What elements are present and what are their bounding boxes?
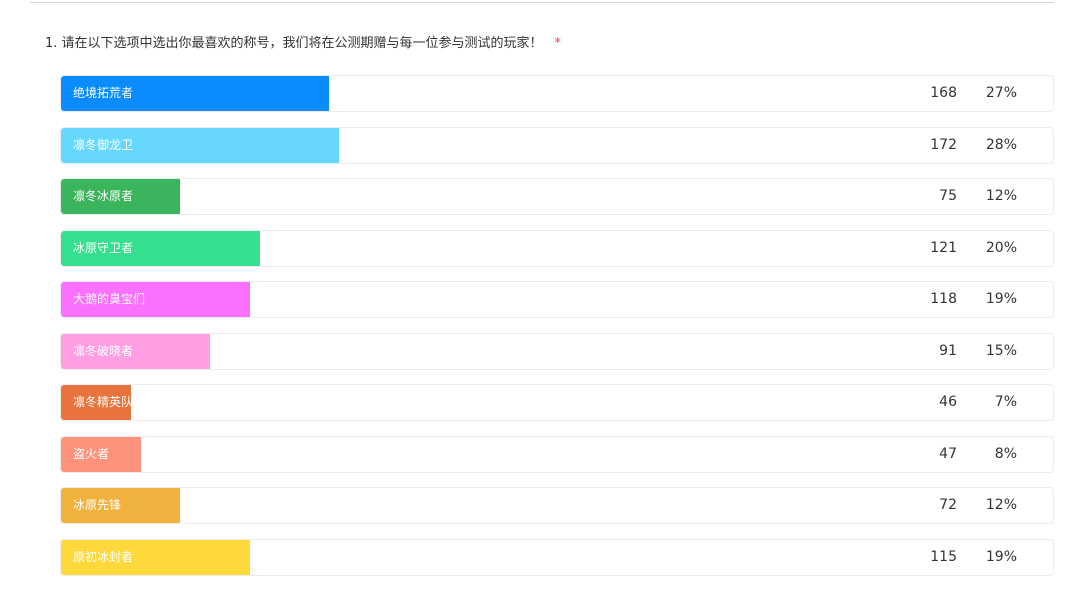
option-label: 原初冰封者 xyxy=(73,549,134,564)
result-row: 原初冰封者 115 19% xyxy=(60,538,1054,576)
vote-count: 115 xyxy=(930,548,957,565)
results-chart: 绝境拓荒者 168 27% 凛冬御龙卫 172 28% 凛冬冰原者 75 12% 冰原守卫者 121… xyxy=(60,75,1054,590)
option-label: 凛冬精英队 xyxy=(73,395,134,409)
option-label: 盗火者 xyxy=(73,446,110,461)
result-row: 凛冬精英队 46 7% xyxy=(60,384,1054,421)
vote-count: 168 xyxy=(930,85,957,101)
vote-percent: 15% xyxy=(985,342,1017,359)
vote-count: 75 xyxy=(939,188,957,204)
vote-count: 46 xyxy=(939,394,957,410)
option-label: 凛冬御龙卫 xyxy=(73,137,134,152)
vote-percent: 27% xyxy=(985,85,1017,101)
result-row: 冰原先锋 72 12% xyxy=(60,487,1054,524)
result-row: 绝境拓荒者 168 27% xyxy=(60,75,1054,112)
required-marker: * xyxy=(554,36,562,51)
vote-count: 72 xyxy=(939,497,957,513)
vote-count: 118 xyxy=(930,291,957,307)
vote-count: 47 xyxy=(939,445,957,462)
vote-percent: 28% xyxy=(985,136,1017,153)
result-row: 凛冬冰原者 75 12% xyxy=(60,178,1054,215)
vote-percent: 19% xyxy=(985,548,1017,565)
vote-percent: 7% xyxy=(994,394,1017,410)
result-row: 冰原守卫者 121 20% xyxy=(60,229,1054,267)
vote-count: 172 xyxy=(930,136,957,153)
result-row: 大鹅的臭宝们 118 19% xyxy=(60,281,1054,318)
question-title: 1. 请在以下选项中选出你最喜欢的称号，我们将在公测期赠与每一位参与测试的玩家！… xyxy=(45,35,561,53)
option-label: 冰原守卫者 xyxy=(73,240,134,255)
result-row: 盗火者 47 8% xyxy=(60,435,1054,473)
vote-count: 91 xyxy=(939,342,957,359)
result-row: 凛冬破晓者 91 15% xyxy=(60,332,1054,370)
option-label: 绝境拓荒者 xyxy=(73,86,134,100)
option-label: 冰原先锋 xyxy=(73,498,122,512)
option-label: 凛冬破晓者 xyxy=(73,343,134,358)
option-label: 凛冬冰原者 xyxy=(73,189,134,203)
vote-percent: 8% xyxy=(994,445,1017,462)
top-divider xyxy=(30,2,1054,3)
result-row: 凛冬御龙卫 172 28% xyxy=(60,126,1054,164)
question-text: 1. 请在以下选项中选出你最喜欢的称号，我们将在公测期赠与每一位参与测试的玩家！ xyxy=(45,36,543,51)
vote-count: 121 xyxy=(930,239,957,256)
vote-percent: 12% xyxy=(985,497,1017,513)
vote-percent: 12% xyxy=(985,188,1017,204)
option-label: 大鹅的臭宝们 xyxy=(73,292,146,306)
vote-percent: 19% xyxy=(985,291,1017,307)
vote-percent: 20% xyxy=(985,239,1017,256)
